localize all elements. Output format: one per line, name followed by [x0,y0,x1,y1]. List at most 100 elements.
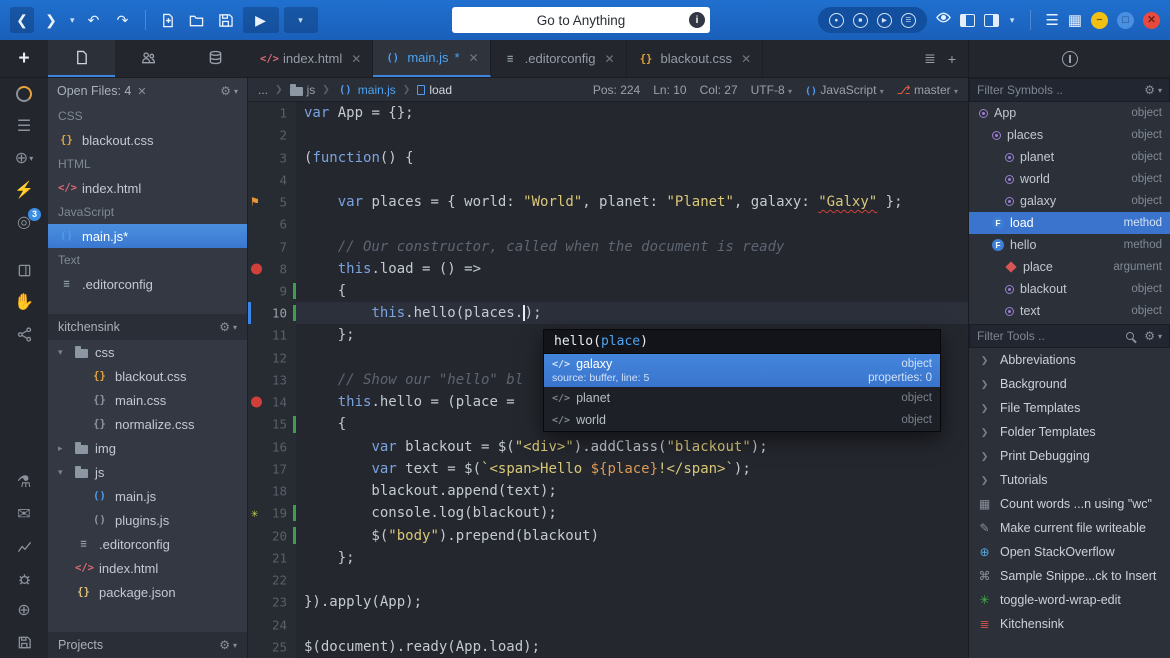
code-line[interactable]: 25$(document).ready(App.load); [248,636,968,658]
gutter[interactable]: 14 [248,391,296,413]
tools-icon[interactable] [0,562,48,594]
minimize-window-button[interactable]: − [1091,12,1108,29]
gutter[interactable]: 4 [248,169,296,191]
main-menu-hamburger-icon[interactable]: ☰ [1045,11,1058,29]
syntax-check-icon[interactable]: ◎3 [0,206,48,238]
gutter[interactable]: 16 [248,436,296,458]
project-settings[interactable]: ⚙▾ [219,320,237,334]
tree-chevron-icon[interactable]: ▾ [58,467,68,478]
unit-test-icon[interactable]: ⚗ [0,466,48,498]
code-line[interactable]: ⚑5 var places = { world: "World", planet… [248,191,968,213]
tree-file-row[interactable]: ≡.editorconfig [48,532,247,556]
save-button[interactable] [214,7,238,33]
filter-symbols-input[interactable]: Filter Symbols .. ⚙▾ [969,78,1170,102]
tool-row[interactable]: ✳toggle-word-wrap-edit [969,588,1170,612]
code-line[interactable]: 4 [248,169,968,191]
toggle-right-panel-icon[interactable] [984,14,999,27]
tree-folder-row[interactable]: ▾js [48,460,247,484]
profiler-icon[interactable] [0,530,48,562]
apps-grid-icon[interactable]: ▦ [1068,11,1082,29]
new-item-plus-button[interactable]: + [0,40,48,77]
tree-file-row[interactable]: ()main.js [48,484,247,508]
close-tab-icon[interactable]: ✕ [469,51,479,65]
gutter[interactable]: 22 [248,569,296,591]
filter-tools-input[interactable]: Filter Tools .. ⚙▾ [969,324,1170,348]
git-branch-select[interactable]: ⎇ master ▾ [897,83,958,97]
code-line[interactable]: 7 // Our constructor, called when the do… [248,235,968,257]
breadcrumb-item[interactable]: js [290,83,316,97]
symbol-row[interactable]: worldobject [969,168,1170,190]
symbol-row[interactable]: placeargument [969,256,1170,278]
close-window-button[interactable]: ✕ [1143,12,1160,29]
breakpoint-icon[interactable] [251,263,262,274]
toggle-visibility-eye-icon[interactable] [936,10,951,30]
gutter[interactable]: 17 [248,458,296,480]
code-line[interactable]: 21 }; [248,547,968,569]
gutter[interactable]: 11 [248,324,296,346]
color-wheel-icon[interactable] [0,78,48,110]
gutter[interactable]: 6 [248,213,296,235]
code-line[interactable]: 1var App = {}; [248,102,968,124]
tab-main.js[interactable]: ()main.js*✕ [373,40,490,77]
projects-footer[interactable]: Projects ⚙▾ [48,632,247,658]
breadcrumb-item[interactable]: load [417,83,452,97]
breadcrumb-item[interactable]: ... [258,83,268,97]
open-file-row[interactable]: ≡.editorconfig [48,272,247,296]
panel-tab-file-panel-icon[interactable] [48,40,115,77]
tree-file-row[interactable]: {}blackout.css [48,364,247,388]
close-tab-icon[interactable]: ✕ [604,52,614,66]
gutter[interactable]: 9 [248,280,296,302]
gutter[interactable]: 15 [248,413,296,435]
code-line[interactable]: 20 $("body").prepend(blackout) [248,524,968,546]
tool-row[interactable]: ❯File Templates [969,396,1170,420]
gutter[interactable]: 1 [248,102,296,124]
tree-chevron-icon[interactable]: ▸ [58,443,68,454]
open-file-row[interactable]: ()main.js* [48,224,247,248]
symbol-row[interactable]: Appobject [969,102,1170,124]
forward-button[interactable]: ❯ [39,7,63,33]
tree-chevron-icon[interactable]: ▾ [58,347,68,358]
tool-row[interactable]: ⌘Sample Snippe...ck to Insert [969,564,1170,588]
web-icon[interactable]: ⊕ [0,594,48,626]
stop-macro-icon[interactable]: ■ [853,13,868,28]
open-files-settings[interactable]: ⚙▾ [220,84,238,98]
symbols-settings[interactable]: ⚙▾ [1144,83,1162,97]
record-macro-icon[interactable]: ● [829,13,844,28]
projects-settings[interactable]: ⚙▾ [219,638,237,652]
gutter[interactable]: 2 [248,124,296,146]
symbol-row[interactable]: blackoutobject [969,278,1170,300]
tools-settings[interactable]: ⚙▾ [1126,329,1162,343]
gutter[interactable]: 12 [248,347,296,369]
close-icon[interactable]: ✕ [137,85,146,98]
code-line[interactable]: 3(function() { [248,146,968,168]
symbol-row[interactable]: planetobject [969,146,1170,168]
tool-row[interactable]: ▦Count words ...n using "wc" [969,492,1170,516]
autocomplete-item[interactable]: </>galaxyobjectsource: buffer, line: 5pr… [544,354,940,387]
tab-blackout.css[interactable]: {}blackout.css✕ [627,40,764,77]
jump-marker-icon[interactable]: ✳ [251,506,258,520]
save-panel-icon[interactable] [0,626,48,658]
tree-file-row[interactable]: {}main.css [48,388,247,412]
gutter[interactable]: 24 [248,613,296,635]
tree-file-row[interactable]: </>index.html [48,556,247,580]
run-button[interactable]: ▶ [243,7,279,33]
panels-chevron-icon[interactable]: ▾ [1008,15,1017,26]
tool-row[interactable]: ❯Print Debugging [969,444,1170,468]
language-select[interactable]: () JavaScript ▾ [805,83,884,97]
browser-preview-icon[interactable]: ⊕▾ [0,142,48,174]
outline-icon[interactable]: ☰ [0,110,48,142]
redo-button[interactable]: ↷ [111,7,135,33]
code-line[interactable]: 23}).apply(App); [248,591,968,613]
tab-.editorconfig[interactable]: ≡.editorconfig✕ [491,40,627,77]
tool-row[interactable]: ❯Tutorials [969,468,1170,492]
gutter[interactable]: 23 [248,591,296,613]
new-tab-button[interactable]: + [948,51,956,67]
gutter[interactable]: 10 [248,302,296,324]
go-to-anything-input[interactable]: Go to Anything i [452,7,710,33]
back-button[interactable]: ❮ [10,7,34,33]
gutter[interactable]: 21 [248,547,296,569]
open-file-row[interactable]: {}blackout.css [48,128,247,152]
open-file-button[interactable] [185,7,209,33]
history-chevron-icon[interactable]: ▾ [68,15,77,26]
symbol-row[interactable]: Fhellomethod [969,234,1170,256]
